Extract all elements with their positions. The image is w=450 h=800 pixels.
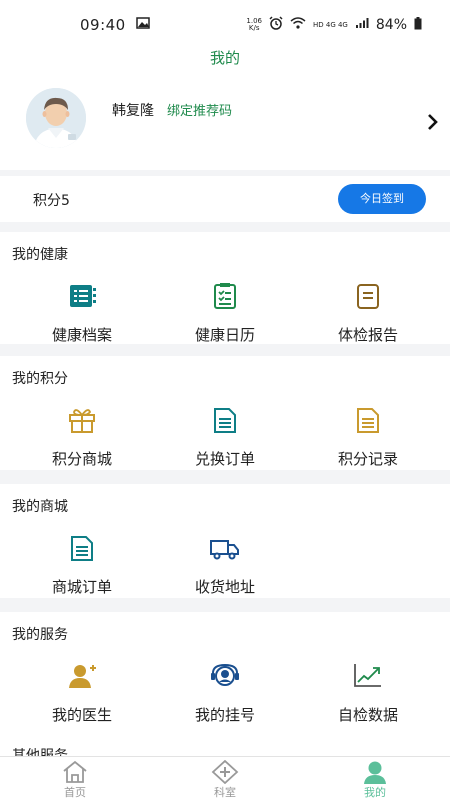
checkup-report-icon [353,282,383,310]
grid-label: 积分记录 [337,450,398,468]
grid-label: 健康日历 [194,326,255,344]
page: 09:40 1.06 K/s HD 4G 4G 84% 我的 韩复隆 绑定推荐码… [0,0,450,800]
grid-label: 健康档案 [51,326,112,344]
section-title: 我的商城 [12,499,68,515]
section-title: 我的服务 [12,627,68,643]
page-title: 我的 [0,46,450,72]
chevron-right-icon[interactable] [424,113,440,131]
tab-label: 科室 [214,786,236,799]
tab-label: 我的 [364,786,386,799]
grid-label: 我的医生 [51,706,112,724]
alarm-icon [269,16,283,34]
health-calendar-item[interactable]: 健康日历 [155,282,295,352]
checkup-report-item[interactable]: 体检报告 [298,282,438,352]
points-bar: 积分5 今日签到 [0,176,450,222]
my-registration-item[interactable]: 我的挂号 [155,662,295,732]
exchange-order-icon [210,406,240,434]
status-time: 09:40 [80,16,126,34]
grid-label: 自检数据 [337,706,398,724]
my-doctor-item[interactable]: 我的医生 [12,662,152,732]
battery-icon [414,16,422,34]
health-record-item[interactable]: 健康档案 [12,282,152,352]
battery-percent: 84% [375,17,407,33]
gallery-notification-icon [135,17,150,33]
delivery-truck-icon [210,534,240,562]
points-balance: 积分5 [33,193,70,209]
status-bar: 09:40 1.06 K/s HD 4G 4G 84% [0,0,450,50]
status-right: 1.06 K/s HD 4G 4G 84% [246,16,422,34]
section-title: 我的积分 [12,371,68,387]
exchange-order-item[interactable]: 兑换订单 [155,406,295,476]
home-icon [61,760,89,784]
section-points: 我的积分 积分商城 兑换订单 积分记录 [0,356,450,470]
user-name: 韩复隆 [112,103,154,119]
tab-mine[interactable]: 我的 [300,757,450,800]
department-icon [211,759,239,785]
section-mall: 我的商城 商城订单 收货地址 [0,484,450,598]
grid-label: 收货地址 [194,578,255,596]
self-check-data-item[interactable]: 自检数据 [298,662,438,732]
grid-label: 我的挂号 [194,706,255,724]
bottom-tab-bar: 首页 科室 我的 [0,756,450,800]
network-speed: 1.06 K/s [246,18,262,32]
grid-label: 积分商城 [51,450,112,468]
grid-label: 商城订单 [51,578,112,596]
points-record-icon [353,406,383,434]
mall-order-item[interactable]: 商城订单 [12,534,152,604]
avatar[interactable] [26,88,86,148]
profile-icon [361,760,389,784]
points-mall-item[interactable]: 积分商城 [12,406,152,476]
network-label: HD 4G 4G [313,21,348,29]
gift-icon [67,406,97,434]
health-record-icon [67,282,97,310]
points-record-item[interactable]: 积分记录 [298,406,438,476]
grid-label: 兑换订单 [194,450,255,468]
doctor-icon [67,662,97,690]
tab-home[interactable]: 首页 [0,757,150,800]
wifi-icon [290,17,306,33]
mall-order-icon [67,534,97,562]
bind-referral-link[interactable]: 绑定推荐码 [167,100,232,119]
section-title-other: 其他服务 [12,748,68,756]
daily-checkin-button[interactable]: 今日签到 [338,184,426,214]
signal-icon [355,17,369,33]
grid-label: 体检报告 [337,326,398,344]
section-service: 我的服务 我的医生 我的挂号 自检数据 [0,612,450,742]
section-health: 我的健康 健康档案 健康日历 体检报告 [0,232,450,344]
self-check-chart-icon [353,662,383,690]
section-title: 我的健康 [12,247,68,263]
tab-label: 首页 [64,786,86,799]
profile-card[interactable]: 韩复隆 绑定推荐码 [0,72,450,170]
delivery-address-item[interactable]: 收货地址 [155,534,295,604]
health-calendar-icon [210,282,240,310]
speed-unit: K/s [248,24,260,32]
tab-department[interactable]: 科室 [150,757,300,800]
status-left: 09:40 [80,16,150,34]
registration-icon [210,662,240,690]
